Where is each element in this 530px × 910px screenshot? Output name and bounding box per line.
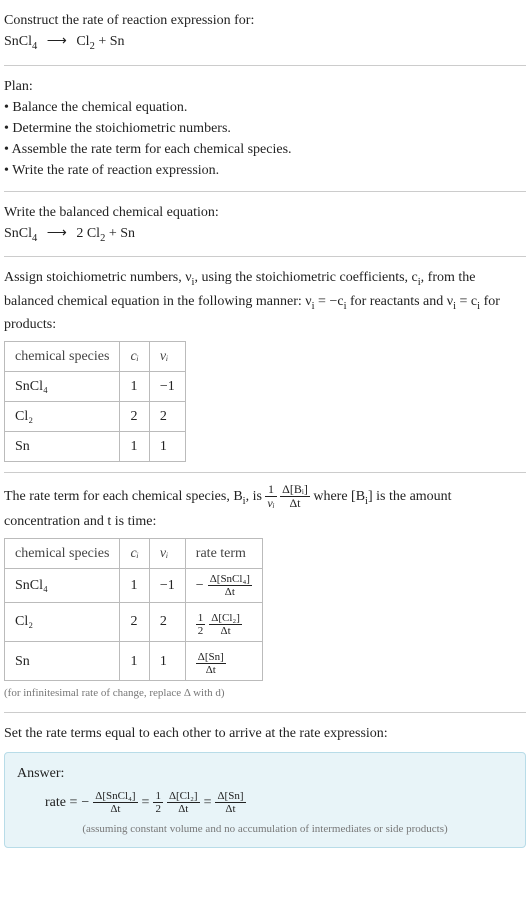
answer-note: (assuming constant volume and no accumul… [17, 821, 513, 838]
cell-nu: 1 [149, 641, 185, 680]
table-header-row: chemical species cᵢ νᵢ rate term [5, 538, 263, 568]
fraction: 1νᵢ [265, 483, 276, 510]
table-row: Cl₂ 2 2 12 Δ[Cl₂]Δt [5, 602, 263, 641]
cell-c: 2 [120, 602, 149, 641]
rate-label: rate = [45, 792, 77, 813]
final-intro: Set the rate terms equal to each other t… [4, 723, 526, 744]
table-row: Sn 1 1 Δ[Sn]Δt [5, 641, 263, 680]
cell-c: 1 [120, 432, 149, 462]
col-nu: νᵢ [149, 342, 185, 372]
divider [4, 191, 526, 192]
plan-item: Write the rate of reaction expression. [4, 160, 526, 181]
fraction: Δ[Sn]Δt [215, 790, 245, 815]
fraction: Δ[SnCl₄]Δt [93, 790, 137, 815]
col-species: chemical species [5, 538, 120, 568]
equals: = [204, 792, 212, 813]
cell-rate: 12 Δ[Cl₂]Δt [185, 602, 262, 641]
plan-title: Plan: [4, 76, 526, 97]
cell-c: 2 [120, 402, 149, 432]
prompt-text: Construct the rate of reaction expressio… [4, 10, 526, 31]
final-section: Set the rate terms equal to each other t… [4, 717, 526, 855]
table-row: Sn 1 1 [5, 432, 186, 462]
answer-box: Answer: rate = − Δ[SnCl₄]Δt = 12 Δ[Cl₂]Δ… [4, 752, 526, 849]
fraction: Δ[Sn]Δt [196, 651, 226, 676]
cell-c: 1 [120, 641, 149, 680]
reactant: SnCl4 [4, 34, 37, 49]
balanced-section: Write the balanced chemical equation: Sn… [4, 196, 526, 253]
plan-item: Determine the stoichiometric numbers. [4, 118, 526, 139]
prompt-section: Construct the rate of reaction expressio… [4, 4, 526, 61]
fraction: 12 [153, 790, 163, 815]
balanced-equation: SnCl4 ⟶ 2 Cl2 + Sn [4, 223, 526, 247]
rateterm-table: chemical species cᵢ νᵢ rate term SnCl₄ 1… [4, 538, 263, 682]
cell-species: Sn [5, 641, 120, 680]
sign: − [196, 575, 204, 596]
divider [4, 65, 526, 66]
divider [4, 472, 526, 473]
product-2: Sn [110, 34, 125, 49]
col-c: cᵢ [120, 538, 149, 568]
cell-nu: 2 [149, 602, 185, 641]
stoich-section: Assign stoichiometric numbers, νi, using… [4, 261, 526, 468]
rateterm-section: The rate term for each chemical species,… [4, 477, 526, 707]
product-2: Sn [120, 226, 135, 241]
cell-species: SnCl₄ [5, 568, 120, 602]
plan-item: Balance the chemical equation. [4, 97, 526, 118]
plan-section: Plan: Balance the chemical equation. Det… [4, 70, 526, 187]
fraction: 12 [196, 612, 206, 637]
divider [4, 712, 526, 713]
rate-expression: rate = − Δ[SnCl₄]Δt = 12 Δ[Cl₂]Δt = Δ[Sn… [17, 790, 246, 815]
plan-item: Assemble the rate term for each chemical… [4, 139, 526, 160]
col-nu: νᵢ [149, 538, 185, 568]
cell-nu: −1 [149, 568, 185, 602]
rateterm-intro: The rate term for each chemical species,… [4, 489, 452, 528]
stoich-intro: Assign stoichiometric numbers, νi, using… [4, 267, 526, 335]
product-1: Cl2 [87, 226, 105, 241]
col-rate: rate term [185, 538, 262, 568]
table-row: SnCl₄ 1 −1 [5, 372, 186, 402]
reactant: SnCl4 [4, 226, 37, 241]
plus: + [95, 34, 110, 49]
cell-nu: 1 [149, 432, 185, 462]
cell-species: SnCl₄ [5, 372, 120, 402]
cell-rate: Δ[Sn]Δt [185, 641, 262, 680]
table-header-row: chemical species cᵢ νᵢ [5, 342, 186, 372]
plus: + [105, 226, 120, 241]
fraction: Δ[Bᵢ]Δt [280, 483, 310, 510]
fraction: Δ[Cl₂]Δt [167, 790, 200, 815]
equals: = [142, 792, 150, 813]
cell-c: 1 [120, 568, 149, 602]
cell-species: Cl₂ [5, 402, 120, 432]
coefficient: 2 [76, 226, 83, 241]
cell-rate: − Δ[SnCl₄]Δt [185, 568, 262, 602]
fraction: Δ[SnCl₄]Δt [208, 573, 252, 598]
answer-label: Answer: [17, 763, 513, 784]
cell-nu: 2 [149, 402, 185, 432]
rateterm-note: (for infinitesimal rate of change, repla… [4, 685, 526, 702]
col-species: chemical species [5, 342, 120, 372]
stoich-table: chemical species cᵢ νᵢ SnCl₄ 1 −1 Cl₂ 2 … [4, 341, 186, 462]
fraction: Δ[Cl₂]Δt [209, 612, 242, 637]
cell-species: Cl₂ [5, 602, 120, 641]
product-1: Cl2 [76, 34, 94, 49]
table-row: SnCl₄ 1 −1 − Δ[SnCl₄]Δt [5, 568, 263, 602]
arrow-icon: ⟶ [41, 226, 73, 241]
cell-c: 1 [120, 372, 149, 402]
plan-list: Balance the chemical equation. Determine… [4, 97, 526, 181]
cell-nu: −1 [149, 372, 185, 402]
balanced-title: Write the balanced chemical equation: [4, 202, 526, 223]
cell-species: Sn [5, 432, 120, 462]
col-c: cᵢ [120, 342, 149, 372]
neg-sign: − [81, 792, 89, 813]
divider [4, 256, 526, 257]
arrow-icon: ⟶ [41, 34, 73, 49]
unbalanced-equation: SnCl4 ⟶ Cl2 + Sn [4, 31, 526, 55]
table-row: Cl₂ 2 2 [5, 402, 186, 432]
